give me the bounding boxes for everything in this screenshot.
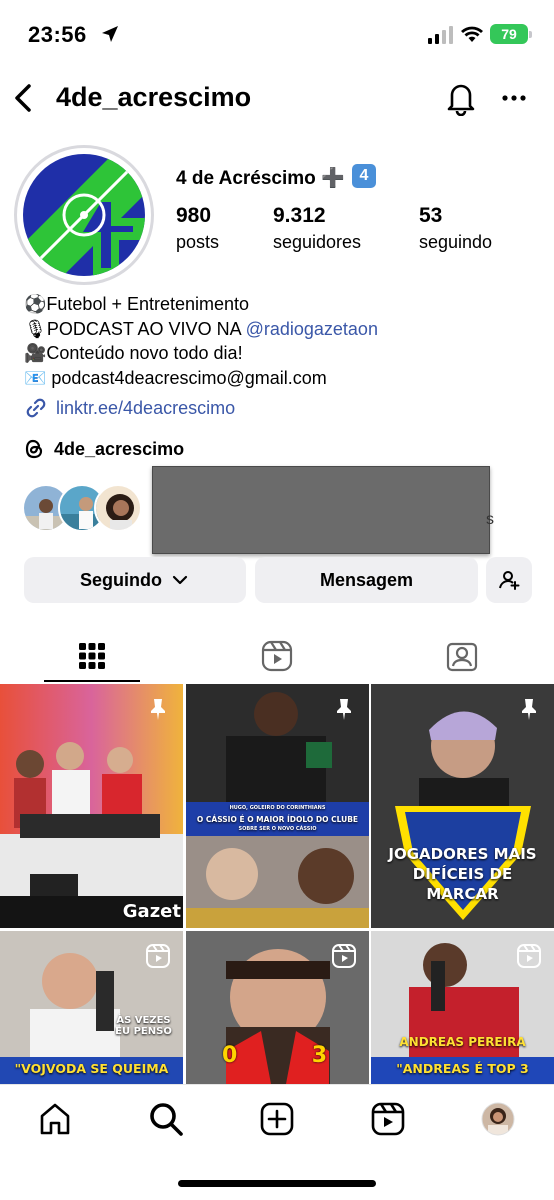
tagged-icon bbox=[446, 642, 478, 672]
post-caption-sub: SOBRE SER O NOVO CÁSSIO bbox=[238, 826, 317, 832]
post-thumbnail[interactable]: ANDREAS PEREIRA "ANDREAS É TOP 3 bbox=[371, 931, 554, 1084]
post-caption: "VOJVODA SE QUEIMA bbox=[14, 1061, 169, 1076]
display-name: 4 de Acréscimo ➕ bbox=[176, 168, 345, 189]
add-post-icon bbox=[260, 1102, 294, 1136]
grid-icon bbox=[79, 643, 105, 669]
bio-line: 🎙PODCAST AO VIVO NA @radiogazetaon bbox=[24, 317, 378, 342]
tab-reels[interactable] bbox=[185, 630, 369, 682]
stat-label: seguindo bbox=[419, 232, 493, 252]
post-caption: JOGADORES MAIS DIFÍCEIS DE MARCAR bbox=[388, 845, 537, 903]
stat-posts[interactable]: 980 posts bbox=[176, 204, 219, 253]
mention-link[interactable]: @radiogazetaon bbox=[246, 319, 378, 339]
bio-line: ⚽Futebol + Entretenimento bbox=[24, 294, 250, 314]
post-thumbnail[interactable]: JOGADORES MAIS DIFÍCEIS DE MARCAR bbox=[371, 684, 554, 928]
stat-number: 53 bbox=[419, 204, 443, 227]
reels-icon bbox=[261, 640, 293, 672]
score-left: 0 bbox=[222, 1043, 238, 1068]
more-dots-icon[interactable] bbox=[500, 86, 528, 110]
tab-posts-grid[interactable] bbox=[0, 630, 184, 682]
status-time: 23:56 bbox=[28, 22, 87, 47]
bio-line: 📧 podcast4deacrescimo@gmail.com bbox=[24, 367, 327, 388]
location-arrow-icon bbox=[102, 26, 118, 42]
stat-number: 980 bbox=[176, 204, 212, 227]
page-title: 4de_acrescimo bbox=[56, 82, 252, 112]
chevron-down-icon bbox=[172, 575, 188, 585]
nav-home[interactable] bbox=[35, 1099, 75, 1139]
profile-avatar-icon bbox=[481, 1102, 515, 1136]
back-chevron-icon[interactable] bbox=[12, 82, 34, 114]
suggested-users-button[interactable] bbox=[486, 557, 532, 603]
content-tabs bbox=[0, 630, 554, 682]
pin-icon bbox=[151, 699, 165, 720]
redaction-box bbox=[152, 466, 490, 554]
stat-label: seguidores bbox=[273, 232, 362, 252]
status-bar: 23:56 79 bbox=[0, 0, 554, 70]
link-text: linktr.ee/4deacrescimo bbox=[56, 397, 236, 418]
keycap-badge: 4 bbox=[352, 164, 376, 188]
score-right: 3 bbox=[311, 1043, 327, 1068]
stat-number: 9.312 bbox=[273, 204, 326, 227]
pin-icon bbox=[522, 699, 536, 720]
nav-search[interactable] bbox=[146, 1099, 186, 1139]
following-label: Seguindo bbox=[80, 569, 162, 590]
stat-following[interactable]: 53 seguindo bbox=[419, 204, 492, 253]
bio: ⚽Futebol + Entretenimento 🎙PODCAST AO VI… bbox=[24, 292, 378, 390]
wifi-icon bbox=[461, 26, 483, 42]
bell-icon[interactable] bbox=[444, 80, 478, 116]
reel-icon bbox=[146, 944, 170, 968]
profile-link[interactable]: linktr.ee/4deacrescimo bbox=[24, 396, 235, 420]
search-icon bbox=[150, 1103, 183, 1136]
stat-followers[interactable]: 9.312 seguidores bbox=[273, 204, 361, 253]
threads-handle: 4de_acrescimo bbox=[54, 438, 185, 459]
bio-line: 🎥Conteúdo novo todo dia! bbox=[24, 343, 243, 363]
home-indicator bbox=[178, 1180, 376, 1187]
post-caption-small: ÀS VEZES EU PENSO bbox=[115, 1015, 172, 1037]
threads-badge[interactable]: 4de_acrescimo bbox=[24, 438, 184, 460]
post-thumbnail[interactable]: Gazet bbox=[0, 684, 183, 928]
nav-profile[interactable] bbox=[478, 1099, 518, 1139]
home-icon bbox=[40, 1103, 70, 1135]
post-caption-small: ANDREAS PEREIRA bbox=[399, 1035, 526, 1049]
reel-icon bbox=[517, 944, 541, 968]
nav-reels[interactable] bbox=[368, 1099, 408, 1139]
stat-label: posts bbox=[176, 232, 220, 252]
reel-icon bbox=[332, 944, 356, 968]
avatar-image bbox=[23, 154, 145, 276]
avatar[interactable] bbox=[14, 145, 154, 285]
message-label: Mensagem bbox=[319, 569, 414, 590]
following-button[interactable]: Seguindo bbox=[24, 557, 246, 603]
avatar bbox=[94, 484, 142, 532]
pin-icon bbox=[337, 699, 351, 720]
battery-icon: 79 bbox=[490, 24, 532, 44]
followed-by-text: s bbox=[486, 511, 494, 528]
posts-grid: Gazet HUGO, GOLEIRO DO CORINTHIANS O CÁS… bbox=[0, 684, 554, 1084]
signal-bars-icon bbox=[428, 26, 453, 44]
nav-create[interactable] bbox=[257, 1099, 297, 1139]
tab-tagged[interactable] bbox=[370, 630, 554, 682]
post-thumbnail[interactable]: ÀS VEZES EU PENSO "VOJVODA SE QUEIMA bbox=[0, 931, 183, 1084]
reels-icon bbox=[371, 1102, 405, 1136]
link-icon bbox=[26, 398, 46, 418]
add-person-icon bbox=[499, 571, 520, 590]
profile-header: 4de_acrescimo bbox=[0, 74, 554, 124]
threads-icon bbox=[25, 439, 43, 459]
post-thumbnail[interactable]: 0 3 bbox=[186, 931, 369, 1084]
message-button[interactable]: Mensagem bbox=[255, 557, 478, 603]
bio-text: 🎙PODCAST AO VIVO NA bbox=[24, 318, 246, 339]
followed-by-avatars[interactable] bbox=[22, 484, 142, 534]
post-caption: O CÁSSIO É O MAIOR ÍDOLO DO CLUBE bbox=[196, 815, 359, 824]
post-thumbnail[interactable]: HUGO, GOLEIRO DO CORINTHIANS O CÁSSIO É … bbox=[186, 684, 369, 928]
post-caption: Gazet bbox=[122, 901, 181, 922]
post-caption: "ANDREAS É TOP 3 bbox=[396, 1061, 529, 1076]
post-caption-small: HUGO, GOLEIRO DO CORINTHIANS bbox=[229, 805, 326, 811]
